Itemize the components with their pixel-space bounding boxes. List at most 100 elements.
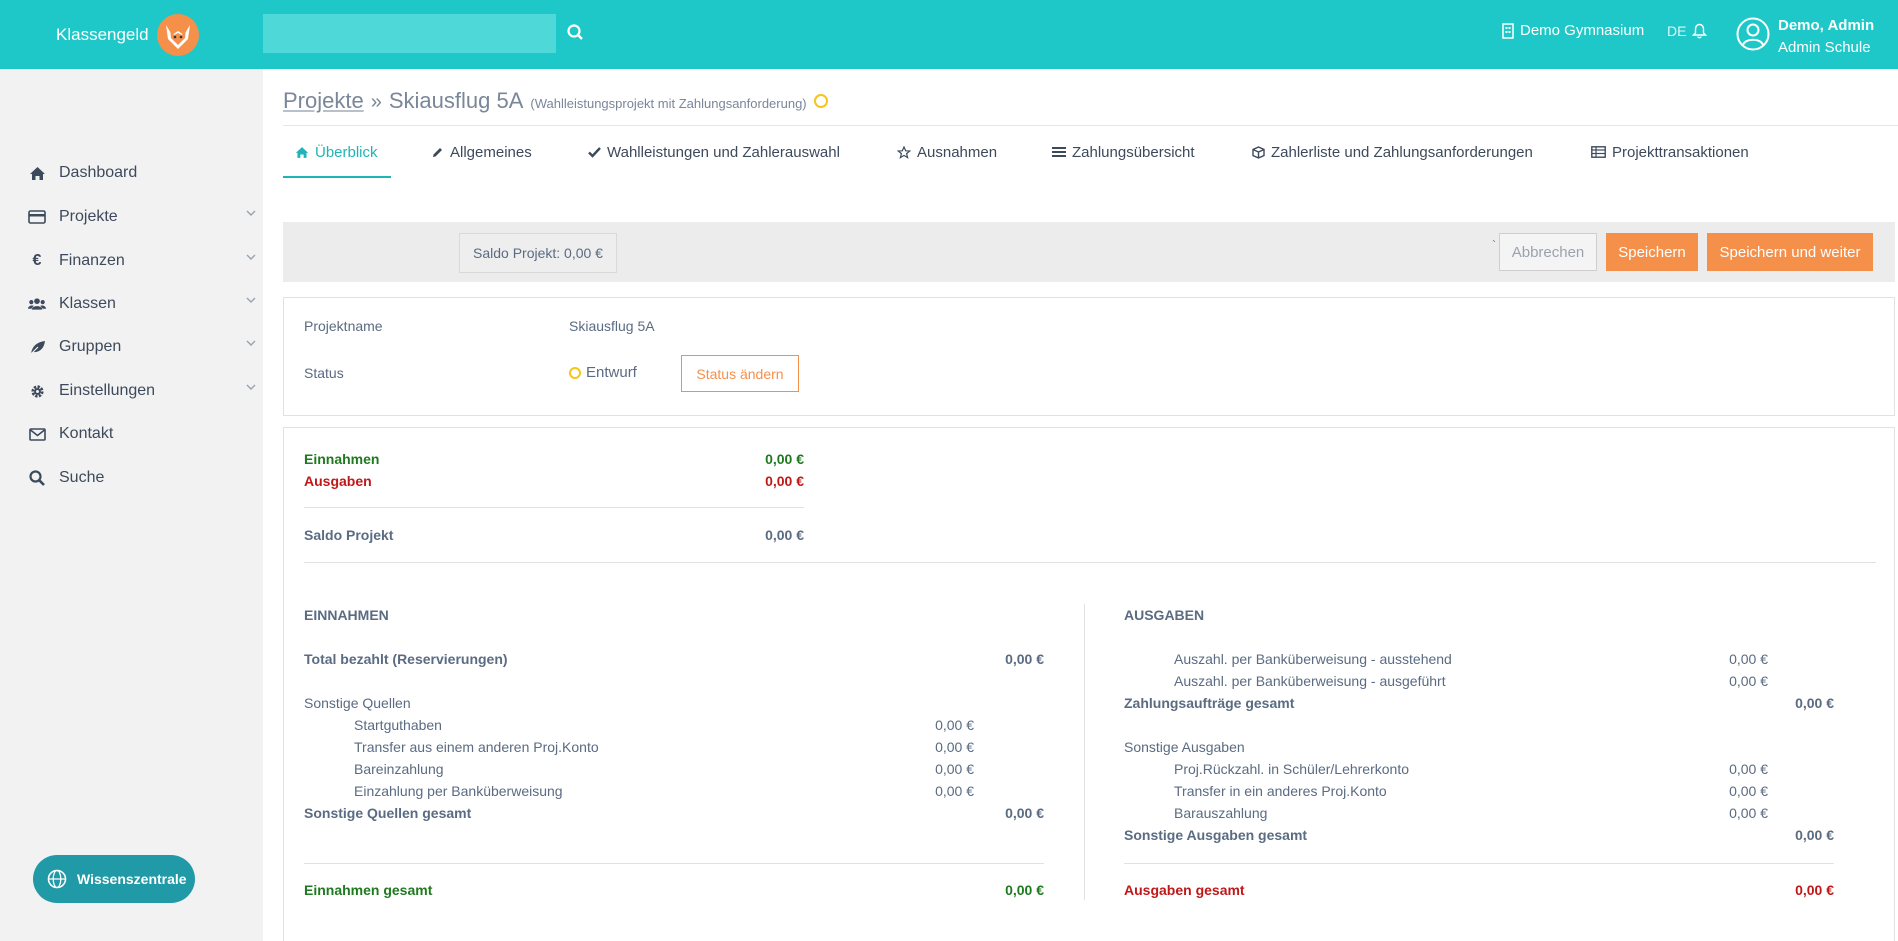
chevron-down-icon <box>246 384 256 390</box>
sidebar-item-klassen[interactable]: Klassen <box>28 292 256 316</box>
help-center-button[interactable]: Wissenszentrale <box>33 855 195 903</box>
globe-icon <box>47 869 67 889</box>
tab-label: Ausnahmen <box>917 144 998 161</box>
project-name-value: Skiausflug 5A <box>569 318 655 334</box>
list-item-value: 0,00 € <box>1729 651 1768 667</box>
sidebar-item-label: Finanzen <box>59 252 125 269</box>
avatar-icon[interactable] <box>1736 17 1770 51</box>
sidebar-item-suche[interactable]: Suche <box>28 466 256 490</box>
user-menu[interactable]: Demo, Admin Admin Schule <box>1778 15 1874 59</box>
total-paid-value: 0,00 € <box>1005 651 1044 667</box>
finance-overview-card: Einnahmen 0,00 € Ausgaben 0,00 € Saldo P… <box>283 427 1895 941</box>
star-icon <box>897 146 911 159</box>
sidebar-item-label: Kontakt <box>59 425 114 442</box>
home-icon <box>295 147 309 158</box>
list-item-label: Transfer aus einem anderen Proj.Konto <box>354 739 599 755</box>
sidebar-item-dashboard[interactable]: Dashboard <box>28 161 256 185</box>
organisation-switch[interactable]: Demo Gymnasium <box>1502 22 1644 39</box>
chevron-down-icon <box>246 340 256 346</box>
summary-expense-value: 0,00 € <box>765 473 804 489</box>
list-item-value: 0,00 € <box>1729 673 1768 689</box>
total-paid-label: Total bezahlt (Reservierungen) <box>304 651 508 667</box>
other-expenses-total-value: 0,00 € <box>1795 827 1834 843</box>
tab-label: Überblick <box>315 144 378 161</box>
divider <box>304 507 804 508</box>
payment-orders-total-label: Zahlungsaufträge gesamt <box>1124 695 1295 711</box>
list-item-value: 0,00 € <box>1729 761 1768 777</box>
status-badge: Entwurf <box>569 364 637 381</box>
search-icon[interactable] <box>566 22 586 44</box>
list-item-label: Transfer in ein anderes Proj.Konto <box>1174 783 1387 799</box>
help-center-label: Wissenszentrale <box>77 871 187 887</box>
list-item-value: 0,00 € <box>935 761 974 777</box>
expense-grand-total-value: 0,00 € <box>1795 882 1834 898</box>
other-expenses-label: Sonstige Ausgaben <box>1124 739 1245 755</box>
table-icon <box>1591 146 1606 158</box>
divider <box>304 863 1044 864</box>
language-switch[interactable]: DE <box>1667 23 1686 39</box>
summary-income-value: 0,00 € <box>765 451 804 467</box>
sidebar-item-label: Klassen <box>59 295 116 312</box>
sidebar-item-einstellungen[interactable]: Einstellungen <box>28 379 256 403</box>
sidebar-item-projekte[interactable]: Projekte <box>28 205 256 229</box>
search-input[interactable] <box>263 14 556 53</box>
bell-icon[interactable] <box>1692 23 1707 39</box>
other-sources-total-label: Sonstige Quellen gesamt <box>304 805 472 821</box>
user-role: Admin Schule <box>1778 39 1871 56</box>
pencil-icon <box>433 148 442 157</box>
organisation-name: Demo Gymnasium <box>1520 22 1645 39</box>
sidebar-item-label: Gruppen <box>59 338 122 355</box>
list-item-label: Auszahl. per Banküberweisung - ausgeführ… <box>1174 673 1446 689</box>
sidebar-item-label: Projekte <box>59 208 118 225</box>
breadcrumb: Projekte » Skiausflug 5A (Wahlleistungsp… <box>283 88 828 114</box>
income-grand-total-label: Einnahmen gesamt <box>304 882 433 898</box>
top-bar: Klassengeld Demo Gymnasium DE Demo, Admi… <box>0 0 1898 69</box>
status-value: Entwurf <box>586 364 637 381</box>
divider <box>283 125 1898 126</box>
sidebar-item-kontakt[interactable]: Kontakt <box>28 422 256 446</box>
page-title: Skiausflug 5A <box>388 88 524 113</box>
other-sources-label: Sonstige Quellen <box>304 695 411 711</box>
sidebar-item-finanzen[interactable]: € Finanzen <box>28 249 256 273</box>
income-grand-total-value: 0,00 € <box>1005 882 1044 898</box>
check-icon <box>588 147 601 158</box>
tab-wahlleistungen[interactable]: Wahlleistungen und Zahlerauswahl <box>588 144 840 178</box>
list-item-label: Proj.Rückzahl. in Schüler/Lehrerkonto <box>1174 761 1410 777</box>
tab-label: Zahlerliste und Zahlungsanforderungen <box>1271 144 1533 161</box>
tab-ausnahmen[interactable]: Ausnahmen <box>897 144 997 178</box>
list-icon <box>1052 147 1066 157</box>
divider <box>1124 863 1834 864</box>
change-status-button[interactable]: Status ändern <box>681 355 799 392</box>
project-info-card: Projektname Skiausflug 5A Status Entwurf… <box>283 297 1895 416</box>
tab-label: Allgemeines <box>450 144 532 161</box>
summary-saldo-value: 0,00 € <box>765 527 804 543</box>
project-name-label: Projektname <box>304 318 383 334</box>
tab-ueberblick[interactable]: Überblick <box>283 144 391 178</box>
status-circle-icon <box>813 94 828 108</box>
fox-logo-icon <box>156 13 199 56</box>
save-button[interactable]: Speichern <box>1606 233 1698 271</box>
sidebar-item-gruppen[interactable]: Gruppen <box>28 335 256 359</box>
other-sources-total-value: 0,00 € <box>1005 805 1044 821</box>
save-and-continue-button[interactable]: Speichern und weiter <box>1707 233 1873 271</box>
tab-zahlungsuebersicht[interactable]: Zahlungsübersicht <box>1052 144 1195 178</box>
summary-expense-label: Ausgaben <box>304 473 372 489</box>
list-item-value: 0,00 € <box>935 717 974 733</box>
breadcrumb-separator: » <box>370 91 382 113</box>
breadcrumb-projekte-link[interactable]: Projekte <box>283 88 364 114</box>
euro-icon: € <box>32 252 42 269</box>
brand-name: Klassengeld <box>56 24 149 44</box>
building-icon <box>1502 22 1514 39</box>
tab-projekttransaktionen[interactable]: Projekttransaktionen <box>1591 144 1749 178</box>
tab-label: Projekttransaktionen <box>1612 144 1749 161</box>
expense-grand-total-label: Ausgaben gesamt <box>1124 882 1245 898</box>
summary-saldo-label: Saldo Projekt <box>304 527 394 543</box>
brand-logo[interactable]: Klassengeld <box>56 0 203 69</box>
other-expenses-total-label: Sonstige Ausgaben gesamt <box>1124 827 1308 843</box>
cancel-button[interactable]: Abbrechen <box>1499 233 1597 271</box>
search-icon <box>28 469 46 487</box>
tab-allgemeines[interactable]: Allgemeines <box>431 144 532 178</box>
sidebar: Dashboard Projekte € Finanzen Klassen Gr… <box>0 69 263 941</box>
user-name: Demo, Admin <box>1778 17 1875 34</box>
tab-zahlerliste[interactable]: Zahlerliste und Zahlungsanforderungen <box>1252 144 1533 178</box>
